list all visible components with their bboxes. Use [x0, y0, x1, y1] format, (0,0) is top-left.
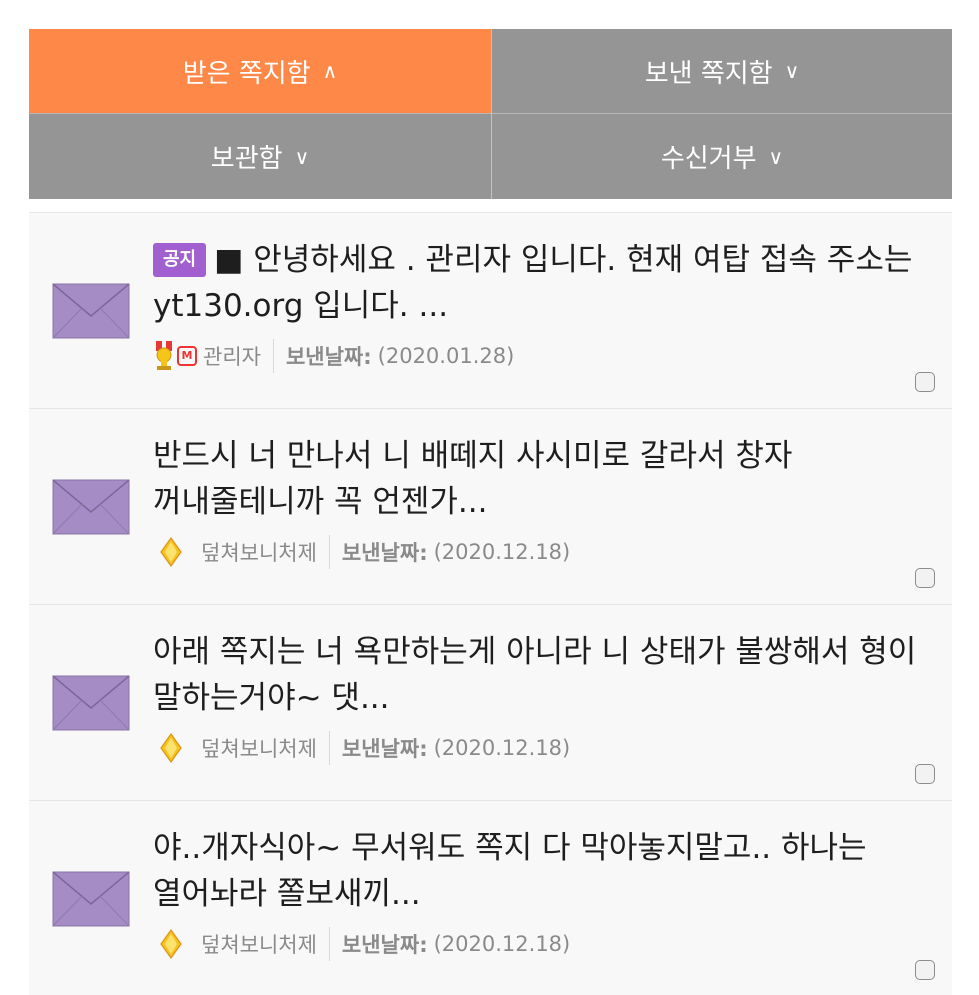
message-item[interactable]: 야..개자식아~ 무서워도 쪽지 다 막아놓지말고.. 하나는 열어놔라 쫄보새… [29, 800, 952, 995]
tab-blocked[interactable]: 수신거부 ∨ [491, 113, 952, 199]
message-meta: 덮쳐보니처제 보낸날짜: (2020.12.18) [153, 927, 932, 961]
manager-badge-icon: M [177, 346, 197, 366]
message-item[interactable]: 아래 쪽지는 너 욕만하는게 아니라 니 상태가 불쌍해서 형이 말하는거야~ … [29, 604, 952, 800]
admin-badges: M [153, 341, 197, 371]
message-tabs: 받은 쪽지함 ∧ 보낸 쪽지함 ∨ 보관함 ∨ 수신거부 ∨ [29, 29, 952, 199]
envelope-icon [52, 675, 130, 731]
divider [272, 339, 274, 373]
yellow-diamond-icon [160, 537, 182, 567]
message-title[interactable]: 아래 쪽지는 너 욕만하는게 아니라 니 상태가 불쌍해서 형이 말하는거야~ … [153, 629, 932, 721]
tab-label: 보관함 [210, 144, 283, 174]
select-checkbox[interactable] [915, 960, 935, 980]
message-content: 아래 쪽지는 너 욕만하는게 아니라 니 상태가 불쌍해서 형이 말하는거야~ … [153, 629, 932, 765]
chevron-down-icon: ∨ [784, 59, 800, 83]
divider [328, 535, 330, 569]
select-checkbox[interactable] [915, 568, 935, 588]
divider [328, 731, 330, 765]
tab-label: 보낸 쪽지함 [644, 58, 773, 89]
yellow-diamond-icon [160, 929, 182, 959]
chevron-down-icon: ∨ [294, 144, 310, 169]
tab-label: 받은 쪽지함 [182, 58, 311, 89]
message-meta: 덮쳐보니처제 보낸날짜: (2020.12.18) [153, 535, 932, 569]
admin-trophy-icon [156, 341, 172, 370]
sender-name[interactable]: 덮쳐보니처제 [201, 537, 317, 567]
envelope-icon [52, 479, 130, 535]
date-label: 보낸날짜: [341, 541, 428, 565]
message-meta: 덮쳐보니처제 보낸날짜: (2020.12.18) [153, 731, 932, 765]
date-label: 보낸날짜: [285, 345, 372, 369]
tab-received[interactable]: 받은 쪽지함 ∧ [29, 29, 491, 113]
date-label: 보낸날짜: [341, 933, 428, 957]
select-checkbox[interactable] [915, 372, 935, 392]
sent-date: (2020.12.18) [433, 932, 571, 956]
chevron-up-icon: ∧ [322, 59, 338, 83]
sent-date: (2020.12.18) [433, 540, 571, 564]
sender-name[interactable]: 덮쳐보니처제 [201, 733, 317, 763]
notice-badge: 공지 [153, 243, 207, 277]
tab-archive[interactable]: 보관함 ∨ [29, 113, 491, 199]
message-title[interactable]: 야..개자식아~ 무서워도 쪽지 다 막아놓지말고.. 하나는 열어놔라 쫄보새… [153, 825, 932, 917]
chevron-down-icon: ∨ [768, 144, 784, 169]
sender-name[interactable]: 덮쳐보니처제 [201, 929, 317, 959]
message-item[interactable]: 반드시 너 만나서 니 배떼지 사시미로 갈라서 창자 꺼내줄테니까 꼭 언젠가… [29, 408, 952, 604]
message-content: 야..개자식아~ 무서워도 쪽지 다 막아놓지말고.. 하나는 열어놔라 쫄보새… [153, 825, 932, 961]
envelope-icon [52, 283, 130, 339]
message-title[interactable]: 반드시 너 만나서 니 배떼지 사시미로 갈라서 창자 꺼내줄테니까 꼭 언젠가… [153, 433, 932, 525]
select-checkbox[interactable] [915, 764, 935, 784]
envelope-icon [52, 871, 130, 927]
divider [328, 927, 330, 961]
message-item[interactable]: 공지 ■ 안녕하세요 . 관리자 입니다. 현재 여탑 접속 주소는 yt130.… [29, 212, 952, 408]
sent-date: (2020.12.18) [433, 736, 571, 760]
sender-name[interactable]: 관리자 [203, 341, 261, 371]
message-title-text: ■ 안녕하세요 . 관리자 입니다. 현재 여탑 접속 주소는 yt130.or… [153, 242, 913, 324]
tab-sent[interactable]: 보낸 쪽지함 ∨ [491, 29, 952, 113]
message-box-screen: 받은 쪽지함 ∧ 보낸 쪽지함 ∨ 보관함 ∨ 수신거부 ∨ 공지 ■ 안녕하세요 [0, 0, 979, 995]
yellow-diamond-icon [160, 733, 182, 763]
message-content: 공지 ■ 안녕하세요 . 관리자 입니다. 현재 여탑 접속 주소는 yt130.… [153, 237, 932, 373]
tab-label: 수신거부 [660, 144, 757, 174]
sent-date: (2020.01.28) [377, 344, 515, 368]
message-list: 공지 ■ 안녕하세요 . 관리자 입니다. 현재 여탑 접속 주소는 yt130.… [29, 212, 952, 995]
date-label: 보낸날짜: [341, 737, 428, 761]
message-content: 반드시 너 만나서 니 배떼지 사시미로 갈라서 창자 꺼내줄테니까 꼭 언젠가… [153, 433, 932, 569]
message-title[interactable]: 공지 ■ 안녕하세요 . 관리자 입니다. 현재 여탑 접속 주소는 yt130.… [153, 237, 932, 329]
message-meta: M 관리자 보낸날짜: (2020.01.28) [153, 339, 932, 373]
